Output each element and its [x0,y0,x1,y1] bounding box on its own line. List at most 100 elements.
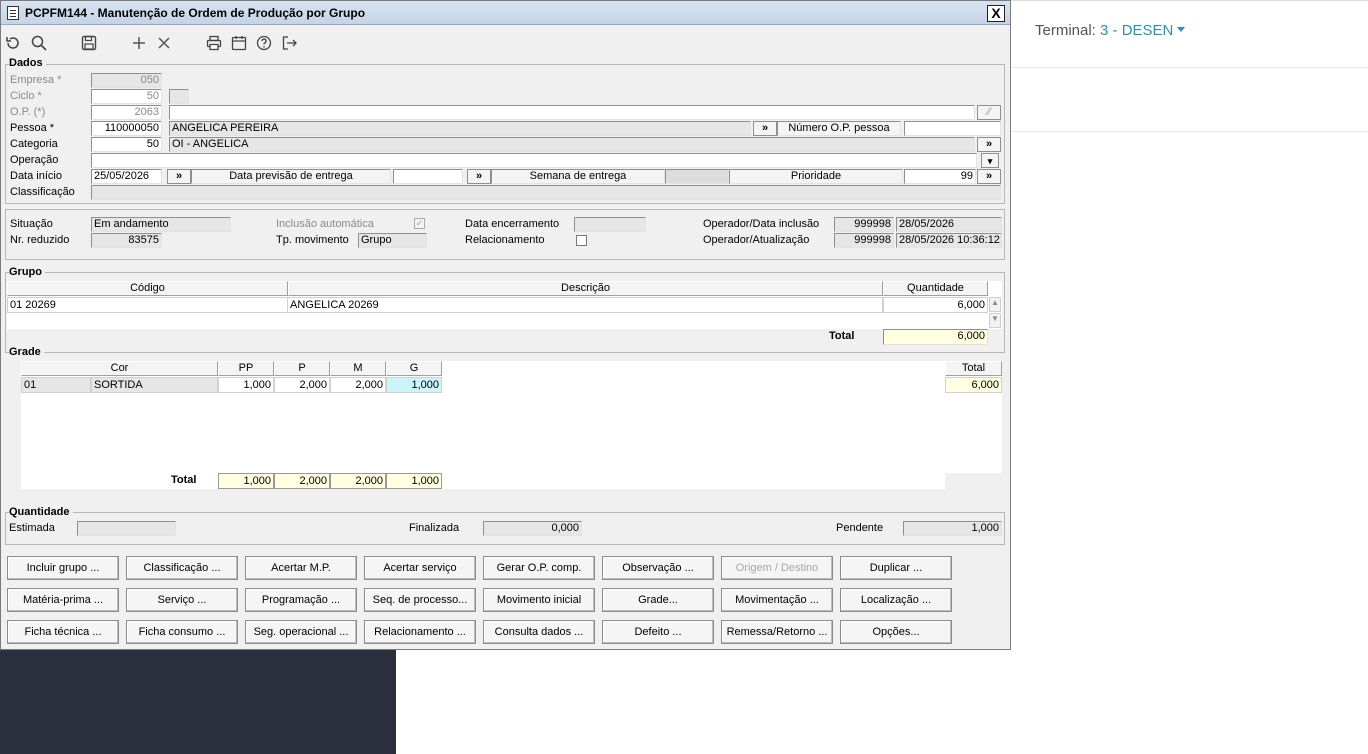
operador-inclusao-date: 28/05/2026 [896,217,1002,232]
toolbar [1,29,1010,57]
operacao-select[interactable] [91,153,977,168]
estimada-label: Estimada [9,522,55,534]
exit-icon[interactable] [278,32,300,54]
scroll-down-icon[interactable]: ▼ [989,313,1001,328]
ciclo-field[interactable]: 50 [91,89,162,104]
prioridade-field[interactable]: 99 [904,169,976,184]
pendente-field: 1,000 [903,521,1002,536]
delete-icon[interactable] [153,32,175,54]
classificacao-button[interactable]: Classificação ... [126,556,238,580]
grupo-header-codigo[interactable]: Código [7,281,288,296]
grade-cell-code[interactable]: 01 [21,377,91,393]
operacao-dropdown-icon[interactable]: ▾ [981,153,999,168]
grade-cell-total: 6,000 [945,377,1002,393]
op-field[interactable]: 2063 [91,105,162,120]
grade-header-pp[interactable]: PP [218,361,274,376]
finalizada-field: 0,000 [483,521,582,536]
acertar-mp-button[interactable]: Acertar M.P. [245,556,357,580]
grade-cell-m[interactable]: 2,000 [330,377,386,393]
grade-cell-cor[interactable]: SORTIDA [91,377,218,393]
op-lookup-button[interactable]: ⁄⁄ [977,105,1001,120]
undo-icon[interactable] [2,32,24,54]
grade-total-p: 2,000 [274,473,330,489]
grade-cell-g[interactable]: 1,000 [386,377,442,393]
seg-operacional-button[interactable]: Seg. operacional ... [245,620,357,644]
terminal-value[interactable]: 3 - DESEN [1100,22,1173,39]
grupo-total-field: 6,000 [883,329,988,345]
duplicar-button[interactable]: Duplicar ... [840,556,952,580]
gerar-op-comp-button[interactable]: Gerar O.P. comp. [483,556,595,580]
data-previsao-field[interactable] [393,169,463,184]
operacao-label: Operação [10,154,59,166]
ficha-consumo-button[interactable]: Ficha consumo ... [126,620,238,644]
remessa-retorno-button[interactable]: Remessa/Retorno ... [721,620,833,644]
consulta-dados-button[interactable]: Consulta dados ... [483,620,595,644]
grade-cell-p[interactable]: 2,000 [274,377,330,393]
pendente-label: Pendente [836,522,884,534]
localizacao-button[interactable]: Localização ... [840,588,952,612]
close-button[interactable]: X [987,5,1005,22]
numero-op-pessoa-field[interactable] [904,121,1001,136]
grade-cell-pp[interactable]: 1,000 [218,377,274,393]
defeito-button[interactable]: Defeito ... [602,620,714,644]
data-inicio-field[interactable]: 25/05/2026 [91,169,162,184]
grade-header-m[interactable]: M [330,361,386,376]
caret-down-icon[interactable] [1177,27,1186,32]
grupo-cell-quantidade[interactable]: 6,000 [883,297,988,313]
terminal-selector[interactable]: Terminal: 3 - DESEN [1035,22,1186,39]
save-icon[interactable] [78,32,100,54]
relacionamento-label: Relacionamento [465,234,545,246]
incluir-grupo-button[interactable]: Incluir grupo ... [7,556,119,580]
categoria-label: Categoria [10,138,58,150]
data-previsao-lookup-button[interactable]: » [467,169,491,184]
origem-destino-button[interactable]: Origem / Destino [721,556,833,580]
categoria-lookup-button[interactable]: » [977,137,1001,152]
prioridade-lookup-button[interactable]: » [977,169,1001,184]
grupo-header-quantidade[interactable]: Quantidade [883,281,988,296]
print-icon[interactable] [203,32,225,54]
ficha-tecnica-button[interactable]: Ficha técnica ... [7,620,119,644]
pessoa-lookup-button[interactable]: » [753,121,777,136]
window-title: PCPFM144 - Manutenção de Ordem de Produç… [25,6,366,20]
grupo-header-descricao[interactable]: Descrição [288,281,883,296]
categoria-code-field[interactable]: 50 [91,137,162,152]
programacao-button[interactable]: Programação ... [245,588,357,612]
help-icon[interactable] [253,32,275,54]
grupo-cell-descricao[interactable]: ANGELICA 20269 [287,297,883,313]
grupo-cell-codigo[interactable]: 01 20269 [7,297,288,313]
movimentacao-button[interactable]: Movimentação ... [721,588,833,612]
opcoes-button[interactable]: Opções... [840,620,952,644]
relacionamento-checkbox[interactable] [576,235,587,246]
situacao-field: Em andamento [91,217,231,232]
prioridade-label: Prioridade [729,169,903,184]
pessoa-name-field: ANGELICA PEREIRA [169,121,751,136]
observacao-button[interactable]: Observação ... [602,556,714,580]
pessoa-code-field[interactable]: 110000050 [91,121,162,136]
acertar-servico-button[interactable]: Acertar serviço [364,556,476,580]
seq-processo-button[interactable]: Seq. de processo... [364,588,476,612]
grade-header-total[interactable]: Total [945,361,1002,376]
movimento-inicial-button[interactable]: Movimento inicial [483,588,595,612]
scroll-up-icon[interactable]: ▲ [989,297,1001,312]
operador-atualizacao-date: 28/05/2026 10:36:12 [896,233,1002,248]
inclusao-checkbox[interactable]: ✓ [414,218,425,229]
servico-button[interactable]: Serviço ... [126,588,238,612]
grade-button[interactable]: Grade... [602,588,714,612]
grade-header-p[interactable]: P [274,361,330,376]
ciclo-label: Ciclo * [10,90,42,102]
data-inicio-lookup-button[interactable]: » [167,169,191,184]
terminal-label: Terminal: [1035,22,1096,39]
search-icon[interactable] [28,32,50,54]
add-icon[interactable] [128,32,150,54]
relacionamento-button[interactable]: Relacionamento ... [364,620,476,644]
calendar-icon[interactable] [228,32,250,54]
materia-prima-button[interactable]: Matéria-prima ... [7,588,119,612]
grade-header-g[interactable]: G [386,361,442,376]
inclusao-label: Inclusão automática [276,218,374,230]
grade-header-cor[interactable]: Cor [21,361,218,376]
nr-reduzido-field: 83575 [91,233,162,248]
data-previsao-label: Data previsão de entrega [191,169,391,184]
classificacao-label: Classificação [10,186,75,198]
pessoa-label: Pessoa * [10,122,55,134]
data-encerramento-field [574,217,646,232]
